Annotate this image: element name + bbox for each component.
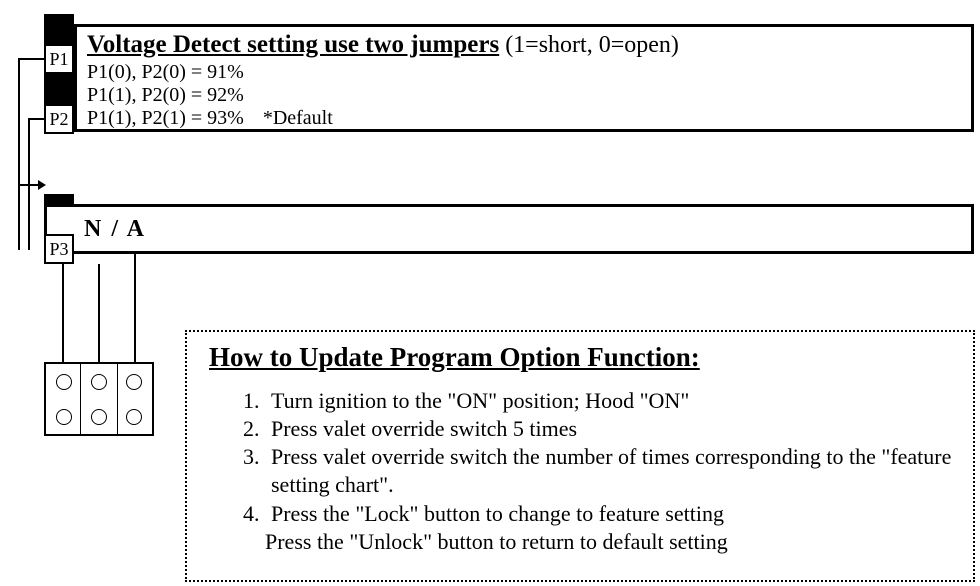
jumper-p1-label: P1 bbox=[44, 44, 74, 74]
pin-icon bbox=[126, 374, 142, 390]
pin-icon bbox=[126, 409, 142, 425]
instruction-step: Press valet override switch the number o… bbox=[265, 443, 961, 499]
arrow-right-icon bbox=[38, 180, 46, 190]
connector-line bbox=[134, 254, 136, 362]
instruction-step: Press valet override switch 5 times bbox=[265, 415, 961, 443]
connector-line bbox=[62, 264, 64, 362]
voltage-title-suffix: (1=short, 0=open) bbox=[499, 32, 679, 58]
pin-icon bbox=[56, 409, 72, 425]
jumper-p2-label: P2 bbox=[44, 104, 74, 134]
pin-icon bbox=[56, 374, 72, 390]
connector-line bbox=[98, 264, 100, 362]
connector-line bbox=[18, 58, 44, 60]
pin-icon bbox=[91, 409, 107, 425]
connector-line bbox=[18, 184, 40, 186]
instruction-step: Turn ignition to the "ON" position; Hood… bbox=[265, 387, 961, 415]
jumper-pin-block bbox=[44, 362, 154, 436]
jumper-p1-marker-top bbox=[44, 14, 74, 44]
pin-icon bbox=[91, 374, 107, 390]
voltage-line-2: P1(1), P2(0) = 92% bbox=[87, 84, 961, 107]
voltage-default-note: *Default bbox=[263, 107, 333, 129]
voltage-line-3: P1(1), P2(1) = 93% bbox=[87, 107, 244, 129]
voltage-detect-box: Voltage Detect setting use two jumpers (… bbox=[74, 24, 974, 132]
instruction-extra-line: Press the "Unlock" button to return to d… bbox=[265, 528, 961, 556]
na-box bbox=[44, 204, 974, 254]
instruction-step: Press the "Lock" button to change to fea… bbox=[265, 500, 961, 528]
connector-line bbox=[28, 118, 44, 120]
jumper-p2-marker-top bbox=[44, 74, 74, 104]
na-text: N / A bbox=[84, 216, 146, 243]
jumper-divider bbox=[80, 362, 81, 436]
connector-line bbox=[18, 58, 20, 250]
voltage-line-1: P1(0), P2(0) = 91% bbox=[87, 61, 961, 84]
instructions-box: How to Update Program Option Function: T… bbox=[185, 330, 975, 582]
instructions-list: Turn ignition to the "ON" position; Hood… bbox=[209, 387, 961, 528]
voltage-title: Voltage Detect setting use two jumpers bbox=[87, 31, 499, 58]
jumper-divider bbox=[117, 362, 118, 436]
jumper-p3-label: P3 bbox=[44, 234, 74, 264]
instructions-title: How to Update Program Option Function: bbox=[209, 342, 961, 373]
